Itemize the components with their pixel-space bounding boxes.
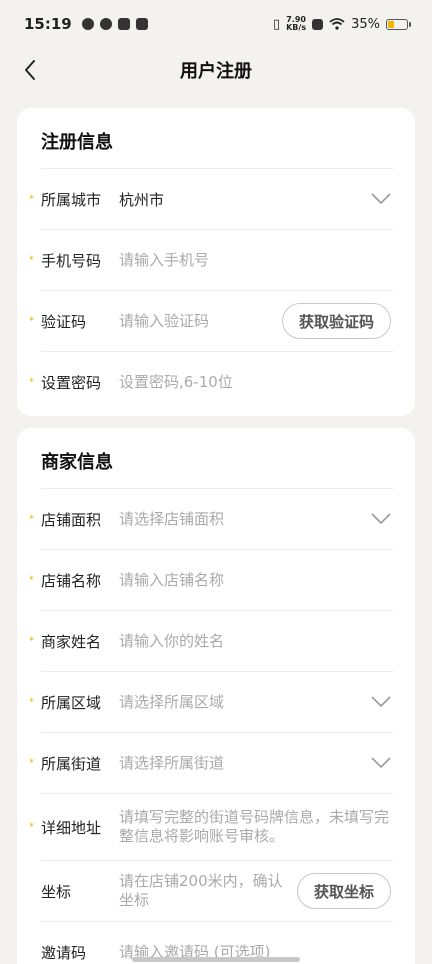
password-label: 设置密码 xyxy=(41,373,102,392)
network-speed: 7.90 KB/s xyxy=(286,16,306,32)
address-input[interactable]: 请填写完整的街道号码牌信息，未填写完整信息将影响账号审核。 xyxy=(119,808,393,846)
region-row[interactable]: * 所属区域 请选择所属区域 xyxy=(29,671,393,732)
required-mark: * xyxy=(29,513,34,525)
required-mark: * xyxy=(29,315,34,327)
invite-label: 邀请码 xyxy=(41,943,87,962)
region-label: 所属区域 xyxy=(41,693,102,712)
area-select[interactable]: 请选择店铺面积 xyxy=(119,510,393,529)
message-icon xyxy=(117,18,130,30)
city-value: 杭州市 xyxy=(119,190,165,209)
password-row[interactable]: * 设置密码 设置密码,6-10位 xyxy=(29,351,393,412)
phone-label: 手机号码 xyxy=(41,251,102,270)
chevron-down-icon[interactable] xyxy=(371,193,391,205)
wifi-icon xyxy=(329,18,345,30)
notification-icon xyxy=(81,18,94,30)
required-mark: * xyxy=(29,193,34,205)
required-mark: * xyxy=(29,821,34,833)
shop-name-label: 店铺名称 xyxy=(41,571,102,590)
register-section-title: 注册信息 xyxy=(41,132,113,153)
chevron-left-icon xyxy=(25,60,35,80)
back-button[interactable] xyxy=(18,58,42,82)
battery-percent: 35% xyxy=(351,16,380,32)
register-info-card: 注册信息 * 所属城市 杭州市 * 手机号码 请输入手机号 * 验证码 请输入验… xyxy=(17,108,415,416)
required-mark: * xyxy=(29,376,34,388)
coord-label: 坐标 xyxy=(41,882,72,901)
nav-bar: 用户注册 xyxy=(0,48,432,92)
vibrate-icon: ▯ xyxy=(272,16,281,32)
street-row[interactable]: * 所属街道 请选择所属街道 xyxy=(29,732,393,793)
phone-input[interactable]: 请输入手机号 xyxy=(119,251,393,270)
code-label: 验证码 xyxy=(41,312,87,331)
required-mark: * xyxy=(29,696,34,708)
password-input[interactable]: 设置密码,6-10位 xyxy=(119,373,393,392)
chevron-down-icon[interactable] xyxy=(371,513,391,525)
street-label: 所属街道 xyxy=(41,754,102,773)
required-mark: * xyxy=(29,635,34,647)
merchant-info-card: 商家信息 * 店铺面积 请选择店铺面积 * 店铺名称 请输入店铺名称 * 商家姓… xyxy=(17,428,415,964)
home-indicator[interactable] xyxy=(132,957,300,962)
calendar-icon xyxy=(135,18,148,30)
region-select[interactable]: 请选择所属区域 xyxy=(119,693,393,712)
area-label: 店铺面积 xyxy=(41,510,102,529)
app-notification-icon xyxy=(99,18,112,30)
code-row[interactable]: * 验证码 请输入验证码 获取验证码 xyxy=(29,290,393,351)
status-bar: 15:19 ▯ 7.90 KB/s 35% xyxy=(0,0,432,48)
required-mark: * xyxy=(29,254,34,266)
owner-input[interactable]: 请输入你的姓名 xyxy=(119,632,393,651)
owner-row[interactable]: * 商家姓名 请输入你的姓名 xyxy=(29,610,393,671)
get-coord-button[interactable]: 获取坐标 xyxy=(296,873,391,909)
address-label: 详细地址 xyxy=(41,818,102,837)
clock: 15:19 xyxy=(24,15,72,33)
sim-icon xyxy=(312,18,324,30)
coord-row[interactable]: 坐标 请在店铺200米内，确认坐标 获取坐标 xyxy=(41,860,393,921)
net-speed-unit: KB/s xyxy=(286,23,307,32)
shop-name-input[interactable]: 请输入店铺名称 xyxy=(119,571,393,590)
shop-name-row[interactable]: * 店铺名称 请输入店铺名称 xyxy=(29,549,393,610)
get-code-button[interactable]: 获取验证码 xyxy=(281,303,391,339)
phone-row[interactable]: * 手机号码 请输入手机号 xyxy=(29,229,393,290)
chevron-down-icon[interactable] xyxy=(371,696,391,708)
area-row[interactable]: * 店铺面积 请选择店铺面积 xyxy=(29,488,393,549)
battery-level xyxy=(388,20,394,28)
street-select[interactable]: 请选择所属街道 xyxy=(119,754,393,773)
page-title: 用户注册 xyxy=(180,61,252,82)
required-mark: * xyxy=(29,574,34,586)
city-label: 所属城市 xyxy=(41,190,102,209)
battery-icon xyxy=(386,18,411,30)
chevron-down-icon[interactable] xyxy=(371,757,391,769)
required-mark: * xyxy=(29,757,34,769)
merchant-section-title: 商家信息 xyxy=(41,452,113,473)
owner-label: 商家姓名 xyxy=(41,632,102,651)
address-row[interactable]: * 详细地址 请填写完整的街道号码牌信息，未填写完整信息将影响账号审核。 xyxy=(29,793,393,860)
city-row[interactable]: * 所属城市 杭州市 xyxy=(29,168,393,229)
